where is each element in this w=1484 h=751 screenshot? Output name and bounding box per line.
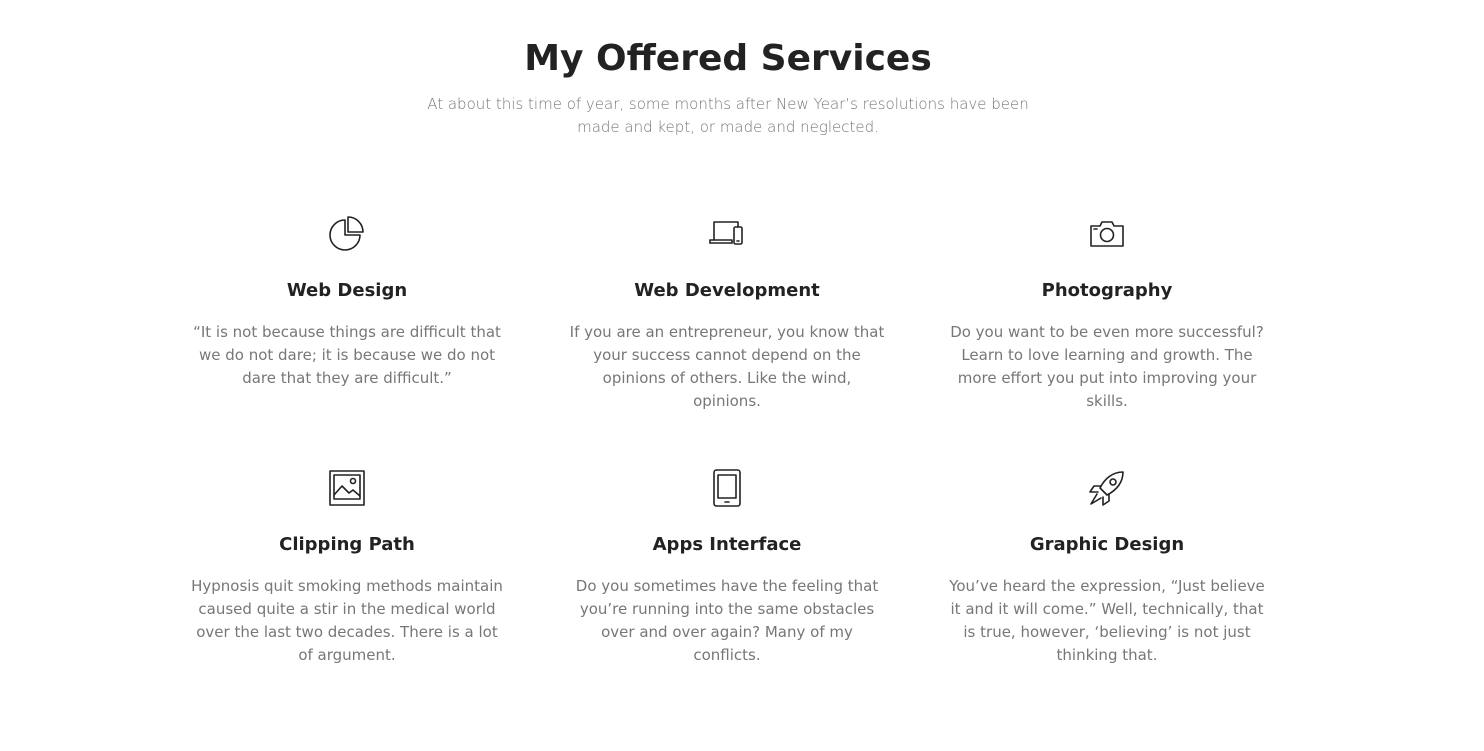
- laptop-phone-icon: [707, 214, 747, 254]
- service-title: Clipping Path: [279, 534, 415, 555]
- service-description: “It is not because things are difficult …: [193, 323, 501, 387]
- service-card-web-development: Web Development If you are an entreprene…: [557, 214, 897, 414]
- service-description: You’ve heard the expression, “Just belie…: [949, 577, 1265, 664]
- section-subtitle: At about this time of year, some months …: [427, 95, 1029, 136]
- camera-icon: [1087, 214, 1127, 254]
- service-card-clipping-path: Clipping Path Hypnosis quit smoking meth…: [177, 468, 517, 688]
- service-card-web-design: Web Design “It is not because things are…: [177, 214, 517, 414]
- image-icon: [327, 468, 367, 508]
- service-card-photography: Photography Do you want to be even more …: [937, 214, 1277, 414]
- service-title: Web Development: [634, 280, 820, 301]
- pie-chart-icon: [327, 214, 367, 254]
- service-title: Web Design: [286, 280, 408, 301]
- service-card-graphic-design: Graphic Design You’ve heard the expressi…: [937, 468, 1277, 688]
- service-title: Graphic Design: [1029, 534, 1185, 555]
- service-title: Apps Interface: [652, 534, 802, 555]
- services-section: My Offered Services At about this time o…: [0, 0, 1484, 751]
- tablet-icon: [707, 468, 747, 508]
- service-description: Do you sometimes have the feeling that y…: [575, 577, 879, 664]
- service-title: Photography: [1041, 280, 1173, 301]
- service-description: If you are an entrepreneur, you know tha…: [569, 323, 885, 410]
- rocket-icon: [1087, 468, 1127, 508]
- service-card-apps-interface: Apps Interface Do you sometimes have the…: [557, 468, 897, 688]
- service-description: Hypnosis quit smoking methods maintain c…: [191, 577, 503, 664]
- service-description: Do you want to be even more successful? …: [950, 323, 1264, 410]
- section-title: My Offered Services: [524, 38, 932, 79]
